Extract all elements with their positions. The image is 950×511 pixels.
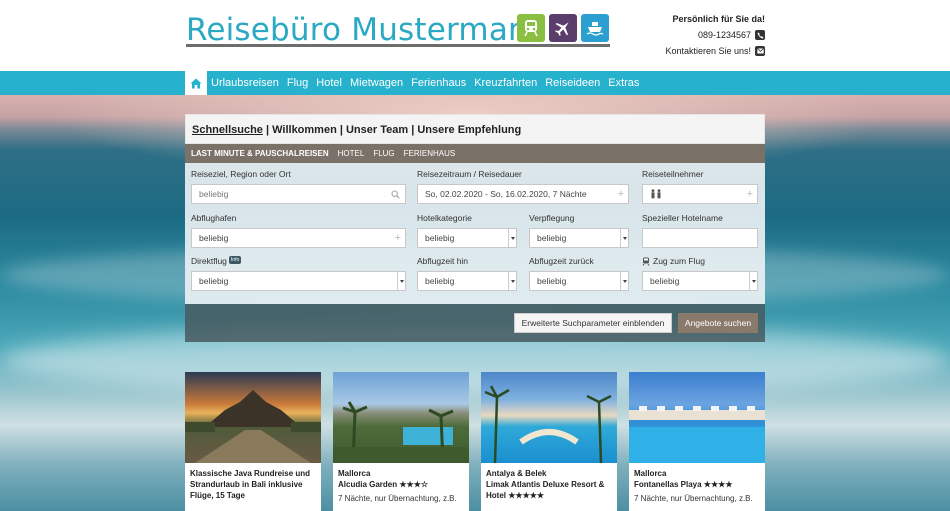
tab-others[interactable]: | Willkommen | Unser Team | Unsere Empfe… <box>263 124 521 136</box>
travelers-label: Reiseteilnehmer <box>642 169 704 179</box>
ship-icon <box>581 14 609 42</box>
board-select[interactable]: beliebig <box>529 228 629 248</box>
persons-icon <box>651 189 661 199</box>
chevron-down-icon <box>749 272 757 290</box>
main-nav: Urlaubsreisen Flug Hotel Mietwagen Ferie… <box>0 71 950 95</box>
offer-card[interactable]: Mallorca Fontanellas Playa ★★★★ 7 Nächte… <box>629 372 765 511</box>
subtab-lastminute[interactable]: LAST MINUTE & PAUSCHALREISEN <box>191 149 329 158</box>
contact-tagline: Persönlich für Sie da! <box>672 14 765 24</box>
phone-number: 089-1234567 <box>697 30 751 40</box>
subtab-hotel[interactable]: HOTEL <box>338 149 365 158</box>
search-panel: Schnellsuche | Willkommen | Unser Team |… <box>185 114 765 342</box>
offer-card[interactable]: Antalya & Belek Limak Atlantis Deluxe Re… <box>481 372 617 511</box>
plane-icon <box>549 14 577 42</box>
outbound-time-label: Abflugzeit hin <box>417 256 469 266</box>
offer-hotel: Alcudia Garden ★★★☆ <box>338 480 429 489</box>
hotel-category-select[interactable]: beliebig <box>417 228 517 248</box>
nav-kreuzfahrten[interactable]: Kreuzfahrten <box>470 71 541 95</box>
offer-image <box>629 372 765 463</box>
direct-flight-select[interactable]: beliebig <box>191 271 406 291</box>
plus-icon: + <box>394 232 401 244</box>
offer-description: 7 Nächte, nur Übernachtung, z.B. <box>634 494 753 503</box>
subtab-flug[interactable]: FLUG <box>373 149 394 158</box>
envelope-icon <box>755 46 765 56</box>
site-header: Reisebüro Mustermann Persönlich für Sie … <box>0 0 950 71</box>
nav-reiseideen[interactable]: Reiseideen <box>541 71 604 95</box>
search-submit-button[interactable]: Angebote suchen <box>678 313 758 333</box>
chevron-down-icon <box>508 229 516 247</box>
nav-hotel[interactable]: Hotel <box>312 71 346 95</box>
return-time-select[interactable]: beliebig <box>529 271 629 291</box>
period-input[interactable]: So, 02.02.2020 - So, 16.02.2020, 7 Nächt… <box>417 184 629 204</box>
outbound-time-select[interactable]: beliebig <box>417 271 517 291</box>
destination-label: Reiseziel, Region oder Ort <box>191 169 291 179</box>
hotel-name-input[interactable] <box>642 228 758 248</box>
nav-ferienhaus[interactable]: Ferienhaus <box>407 71 470 95</box>
offer-image <box>333 372 469 463</box>
home-icon <box>190 78 202 88</box>
airport-label: Abflughafen <box>191 213 237 223</box>
train-label: Zug zum Flug <box>642 256 705 266</box>
offer-title: Klassische Java Rundreise und Strandurla… <box>190 469 311 500</box>
return-time-label: Abflugzeit zurück <box>529 256 594 266</box>
site-logo[interactable]: Reisebüro Mustermann <box>186 12 548 48</box>
offer-hotel: Fontanellas Playa ★★★★ <box>634 480 733 489</box>
subtab-ferienhaus[interactable]: FERIENHAUS <box>404 149 456 158</box>
logo-icons <box>517 14 609 42</box>
contact-link[interactable]: Kontaktieren Sie uns! <box>665 43 751 59</box>
search-actions: Erweiterte Suchparameter einblenden Ange… <box>185 304 765 342</box>
phone-row[interactable]: 089-1234567 <box>665 27 765 43</box>
search-icon <box>391 190 400 199</box>
hotel-name-label: Spezieller Hotelname <box>642 213 723 223</box>
contact-box: Persönlich für Sie da! 089-1234567 Konta… <box>665 11 765 59</box>
nav-urlaubsreisen[interactable]: Urlaubsreisen <box>207 71 283 95</box>
offer-card[interactable]: Klassische Java Rundreise und Strandurla… <box>185 372 321 511</box>
train-icon <box>517 14 545 42</box>
contact-row[interactable]: Kontaktieren Sie uns! <box>665 43 765 59</box>
period-label: Reisezeitraum / Reisedauer <box>417 169 522 179</box>
travelers-input[interactable]: + <box>642 184 758 204</box>
offer-card[interactable]: Mallorca Alcudia Garden ★★★☆ 7 Nächte, n… <box>333 372 469 511</box>
chevron-down-icon <box>620 272 628 290</box>
offer-image <box>185 372 321 463</box>
phone-icon <box>755 30 765 40</box>
nav-flug[interactable]: Flug <box>283 71 312 95</box>
advanced-search-button[interactable]: Erweiterte Suchparameter einblenden <box>514 313 672 333</box>
nav-mietwagen[interactable]: Mietwagen <box>346 71 407 95</box>
board-label: Verpflegung <box>529 213 575 223</box>
search-form: Reiseziel, Region oder Ort beliebig Reis… <box>185 163 765 304</box>
chevron-down-icon <box>508 272 516 290</box>
tab-schnellsuche[interactable]: Schnellsuche <box>192 124 263 136</box>
train-icon <box>642 257 650 266</box>
offer-description: 7 Nächte, nur Übernachtung, z.B. <box>338 494 457 503</box>
chevron-down-icon <box>397 272 405 290</box>
search-subtabs: LAST MINUTE & PAUSCHALREISEN HOTEL FLUG … <box>185 144 765 163</box>
offer-title: Mallorca <box>634 469 667 478</box>
search-tabs: Schnellsuche | Willkommen | Unser Team |… <box>185 114 765 144</box>
train-select[interactable]: beliebig <box>642 271 758 291</box>
logo-underline <box>186 44 610 47</box>
offer-image <box>481 372 617 463</box>
chevron-down-icon <box>620 229 628 247</box>
offer-hotel: Limak Atlantis Deluxe Resort & Hotel ★★★… <box>486 480 605 500</box>
info-badge[interactable]: Info <box>228 256 242 264</box>
direct-flight-label: Direktflug Info <box>191 256 242 266</box>
plus-icon: + <box>617 188 624 200</box>
nav-home[interactable] <box>185 71 207 95</box>
offer-title: Antalya & Belek <box>486 469 547 478</box>
airport-input[interactable]: beliebig + <box>191 228 406 248</box>
nav-extras[interactable]: Extras <box>604 71 643 95</box>
destination-input[interactable]: beliebig <box>191 184 406 204</box>
hotel-category-label: Hotelkategorie <box>417 213 472 223</box>
offer-title: Mallorca <box>338 469 371 478</box>
plus-icon: + <box>746 188 753 200</box>
